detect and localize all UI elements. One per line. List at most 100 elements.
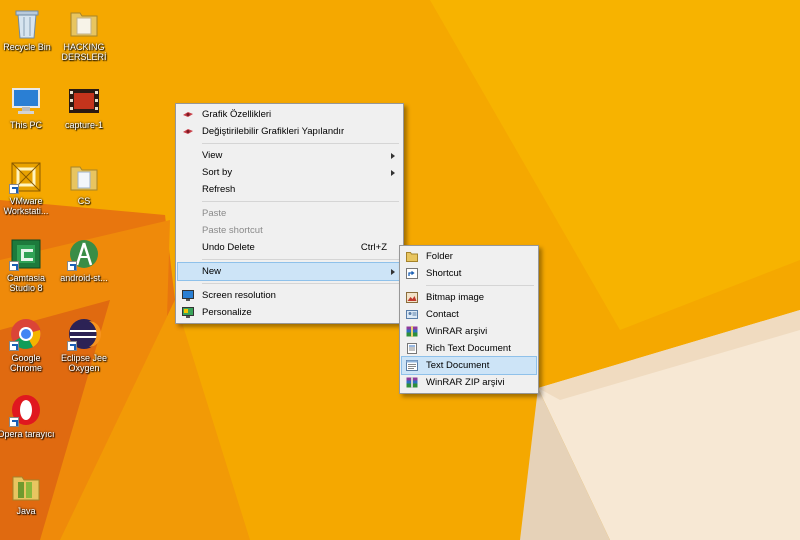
menu-item-degistirilebilir-grafikler[interactable]: Değiştirilebilir Grafikleri Yapılandır xyxy=(178,123,401,140)
screen-resolution-icon xyxy=(182,290,194,301)
menu-item-label: WinRAR ZIP arşivi xyxy=(426,377,505,388)
desktop-icon-label: Opera tarayıcı xyxy=(0,429,55,439)
desktop-icon-label: android-st... xyxy=(60,273,108,283)
computer-icon xyxy=(9,84,43,118)
desktop[interactable]: Recycle Bin This PC VMware Workstati... xyxy=(0,0,800,540)
menu-item-sort-by[interactable]: Sort by xyxy=(178,164,401,181)
menu-separator xyxy=(202,201,399,202)
desktop-icon-java[interactable]: Java xyxy=(0,470,55,516)
menu-item-label: Paste xyxy=(202,208,227,219)
folder-icon xyxy=(9,470,43,504)
shortcut-arrow-icon xyxy=(67,341,77,351)
menu-item-personalize[interactable]: Personalize xyxy=(178,304,401,321)
menu-item-label: WinRAR arşivi xyxy=(426,326,488,337)
video-file-icon xyxy=(67,84,101,118)
menu-item-label: Screen resolution xyxy=(202,290,276,301)
menu-item-label: Undo Delete xyxy=(202,242,255,253)
opera-icon xyxy=(9,393,43,427)
new-submenu-bitmap-image[interactable]: Bitmap image xyxy=(402,289,536,306)
menu-item-label: Shortcut xyxy=(426,268,462,279)
intel-graphics-icon xyxy=(182,109,194,120)
rich-text-icon xyxy=(406,343,418,354)
new-submenu-rich-text-document[interactable]: Rich Text Document xyxy=(402,340,536,357)
menu-item-paste-shortcut[interactable]: Paste shortcut xyxy=(178,222,401,239)
shortcut-arrow-icon xyxy=(9,341,19,351)
menu-item-label: Bitmap image xyxy=(426,292,485,303)
menu-item-label: Grafik Özellikleri xyxy=(202,109,272,120)
shortcut-arrow-icon xyxy=(9,184,19,194)
new-submenu-contact[interactable]: Contact xyxy=(402,306,536,323)
desktop-icon-label: Eclipse Jee Oxygen xyxy=(60,353,108,373)
menu-item-paste[interactable]: Paste xyxy=(178,205,401,222)
menu-item-label: Contact xyxy=(426,309,459,320)
menu-item-new[interactable]: New xyxy=(177,262,402,281)
shortcut-arrow-icon xyxy=(9,261,19,271)
desktop-icon-label: Camtasia Studio 8 xyxy=(6,273,45,293)
menu-item-label: Değiştirilebilir Grafikleri Yapılandır xyxy=(202,126,345,137)
shortcut-arrow-icon xyxy=(9,417,19,427)
camtasia-icon xyxy=(9,237,43,271)
desktop-icon-opera[interactable]: Opera tarayıcı xyxy=(0,393,55,439)
menu-item-label: View xyxy=(202,150,223,161)
menu-item-undo-delete[interactable]: Undo Delete Ctrl+Z xyxy=(178,239,401,256)
vmware-icon xyxy=(9,160,43,194)
menu-item-view[interactable]: View xyxy=(178,147,401,164)
desktop-icon-hacking-dersleri[interactable]: HACKING DERSLERİ xyxy=(55,6,113,62)
folder-icon xyxy=(67,6,101,40)
menu-item-shortcut: Ctrl+Z xyxy=(360,242,387,253)
desktop-icon-label: This PC xyxy=(9,120,42,130)
menu-item-label: Paste shortcut xyxy=(202,225,263,236)
desktop-icon-label: Java xyxy=(16,506,36,516)
recycle-bin-icon xyxy=(10,6,44,40)
menu-item-label: Folder xyxy=(426,251,453,262)
desktop-icon-capture-1[interactable]: capture-1 xyxy=(55,84,113,130)
folder-icon xyxy=(406,251,418,262)
submenu-arrow-icon xyxy=(391,153,395,159)
desktop-icon-label: HACKING DERSLERİ xyxy=(61,42,107,62)
personalize-icon xyxy=(182,307,194,318)
shortcut-arrow-icon xyxy=(67,261,77,271)
desktop-icon-chrome[interactable]: Google Chrome xyxy=(0,317,55,373)
menu-item-grafik-ozellikleri[interactable]: Grafik Özellikleri xyxy=(178,106,401,123)
menu-item-label: Refresh xyxy=(202,184,236,195)
desktop-icon-eclipse[interactable]: Eclipse Jee Oxygen xyxy=(55,317,113,373)
menu-item-refresh[interactable]: Refresh xyxy=(178,181,401,198)
menu-separator xyxy=(426,285,534,286)
folder-icon xyxy=(67,160,101,194)
winrar-icon xyxy=(406,326,418,337)
menu-separator xyxy=(202,143,399,144)
menu-item-label: Personalize xyxy=(202,307,252,318)
desktop-icon-label: CS xyxy=(77,196,91,206)
submenu-arrow-icon xyxy=(391,170,395,176)
winrar-zip-icon xyxy=(406,377,418,388)
new-submenu-text-document[interactable]: Text Document xyxy=(401,356,537,375)
menu-item-screen-resolution[interactable]: Screen resolution xyxy=(178,287,401,304)
new-submenu-winrar-arsivi[interactable]: WinRAR arşivi xyxy=(402,323,536,340)
menu-item-label: New xyxy=(202,266,222,277)
desktop-icon-camtasia[interactable]: Camtasia Studio 8 xyxy=(0,237,55,293)
chrome-icon xyxy=(9,317,43,351)
desktop-icon-label: Google Chrome xyxy=(9,353,42,373)
desktop-icon-label: Recycle Bin xyxy=(3,42,51,52)
menu-item-label: Sort by xyxy=(202,167,233,178)
desktop-icon-android-studio[interactable]: android-st... xyxy=(55,237,113,283)
new-submenu: Folder Shortcut Bitmap image Contact Win… xyxy=(399,245,539,394)
new-submenu-shortcut[interactable]: Shortcut xyxy=(402,265,536,282)
new-submenu-folder[interactable]: Folder xyxy=(402,248,536,265)
contact-icon xyxy=(406,309,418,320)
desktop-icon-recycle-bin[interactable]: Recycle Bin xyxy=(0,6,56,52)
menu-item-label: Text Document xyxy=(426,360,490,371)
desktop-icon-cs[interactable]: CS xyxy=(55,160,113,206)
desktop-context-menu: Grafik Özellikleri Değiştirilebilir Graf… xyxy=(175,103,404,324)
eclipse-icon xyxy=(67,317,101,351)
android-studio-icon xyxy=(67,237,101,271)
shortcut-icon xyxy=(406,268,418,279)
menu-item-label: Rich Text Document xyxy=(426,343,511,354)
desktop-icon-label: capture-1 xyxy=(64,120,104,130)
new-submenu-winrar-zip-arsivi[interactable]: WinRAR ZIP arşivi xyxy=(402,374,536,391)
bitmap-icon xyxy=(406,292,418,303)
submenu-arrow-icon xyxy=(391,269,395,275)
desktop-icon-vmware[interactable]: VMware Workstati... xyxy=(0,160,55,216)
desktop-icon-label: VMware Workstati... xyxy=(3,196,49,216)
desktop-icon-this-pc[interactable]: This PC xyxy=(0,84,55,130)
